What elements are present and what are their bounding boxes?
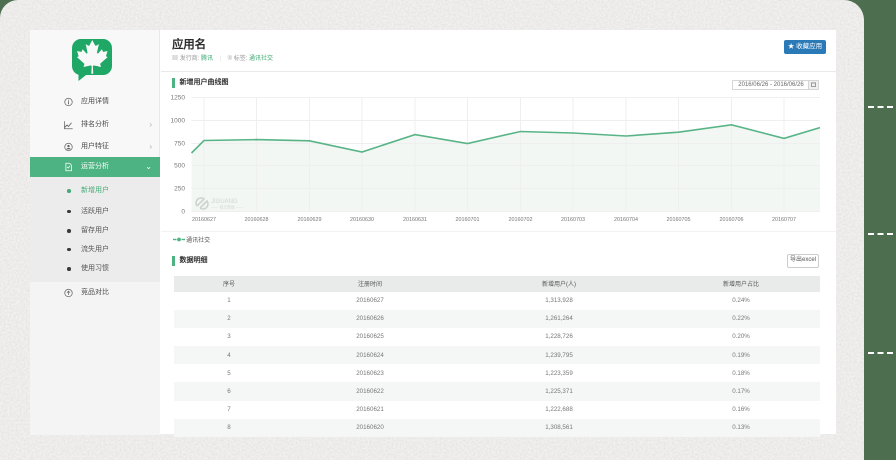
svg-text:250: 250 [174, 186, 185, 193]
svg-text:20160705: 20160705 [667, 217, 691, 223]
svg-text:20160630: 20160630 [350, 217, 374, 223]
svg-text:1250: 1250 [171, 95, 186, 102]
svg-text:1000: 1000 [171, 118, 186, 125]
svg-text:20160702: 20160702 [509, 217, 533, 223]
svg-text:20160703: 20160703 [561, 217, 585, 223]
svg-text:JIGUANG: JIGUANG [211, 199, 238, 205]
svg-text:20160706: 20160706 [720, 217, 744, 223]
svg-text:20160701: 20160701 [456, 217, 480, 223]
svg-text:20160704: 20160704 [614, 217, 638, 223]
svg-text:500: 500 [174, 163, 185, 170]
svg-text:20160629: 20160629 [298, 217, 322, 223]
svg-text:—— 极光数据 ——: —— 极光数据 —— [211, 205, 244, 210]
svg-text:20160628: 20160628 [245, 217, 269, 223]
svg-text:20160631: 20160631 [403, 217, 427, 223]
svg-text:0: 0 [181, 209, 185, 216]
svg-text:20160627: 20160627 [192, 217, 216, 223]
svg-text:20160707: 20160707 [772, 217, 796, 223]
svg-text:750: 750 [174, 141, 185, 148]
